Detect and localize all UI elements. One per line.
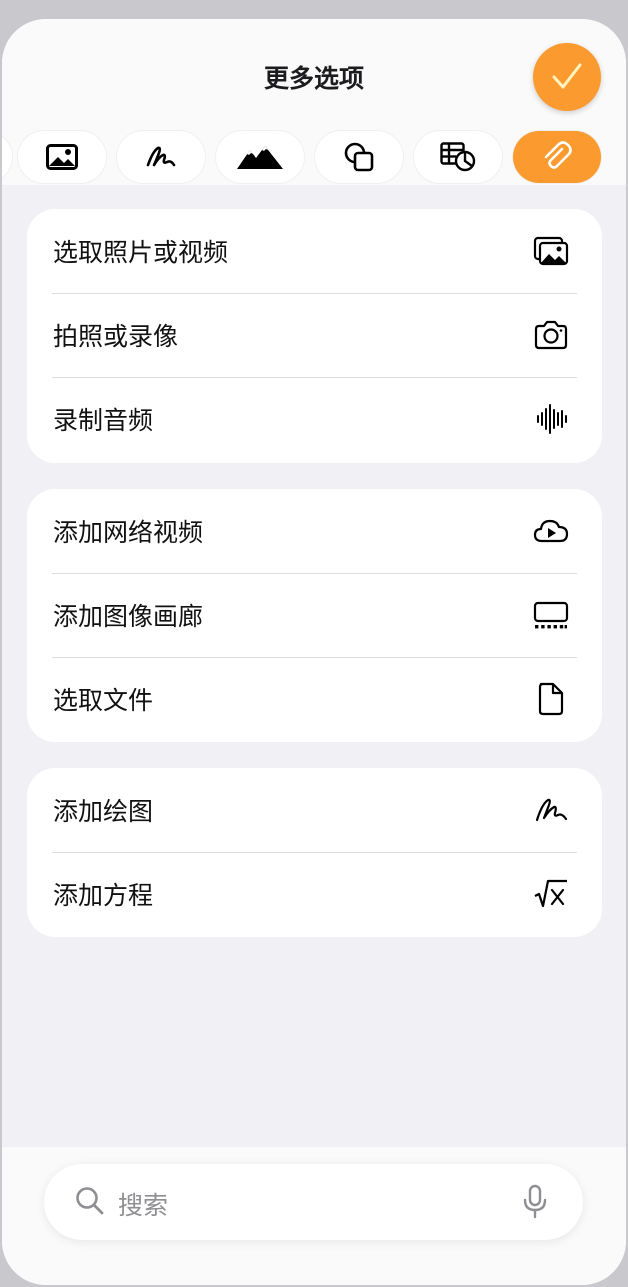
divider [52,657,577,658]
document-icon [538,682,564,716]
search-input[interactable]: 搜索 [118,1186,168,1222]
paperclip-icon [544,141,572,169]
cloud-play-icon [533,519,569,543]
options-group-media: 选取照片或视频 拍照或录像 录制音频 [27,209,602,463]
scribble-icon [535,798,568,822]
bottom-bar: 搜索 [2,1147,626,1285]
done-button[interactable] [533,43,601,111]
list-item-choose-file[interactable]: 选取文件 [27,657,602,741]
divider [52,293,577,294]
sheet-header: 更多选项 [2,19,626,185]
options-group-drawing: 添加绘图 添加方程 [27,768,602,937]
divider [52,377,577,378]
gallery-icon [533,601,569,629]
photo-stack-icon [533,236,569,266]
scribble-icon [146,146,176,167]
list-item-add-web-video[interactable]: 添加网络视频 [27,489,602,573]
insert-tab-bar [2,131,626,185]
list-item-choose-photo-video[interactable]: 选取照片或视频 [27,209,602,293]
tab-table-chart[interactable] [414,131,502,183]
shapes-icon [344,142,374,172]
camera-icon [534,320,568,350]
square-root-icon [534,879,567,908]
search-field[interactable]: 搜索 [44,1164,583,1240]
options-group-web: 添加网络视频 添加图像画廊 选取文件 [27,489,602,742]
tab-media[interactable] [216,131,304,183]
row-label: 选取文件 [53,686,154,715]
row-label: 添加图像画廊 [53,602,204,631]
row-label: 选取照片或视频 [53,238,229,267]
list-item-take-photo-video[interactable]: 拍照或录像 [27,293,602,377]
list-item-add-drawing[interactable]: 添加绘图 [27,768,602,852]
list-item-add-equation[interactable]: 添加方程 [27,852,602,936]
row-label: 添加网络视频 [53,518,204,547]
row-label: 添加绘图 [53,797,154,826]
list-item-add-image-gallery[interactable]: 添加图像画廊 [27,573,602,657]
tab-pen[interactable] [2,131,12,183]
divider [52,573,577,574]
waveform-icon [537,404,567,434]
divider [52,852,577,853]
row-label: 拍照或录像 [53,322,179,351]
row-label: 录制音频 [53,406,154,435]
search-icon [76,1187,104,1215]
table-chart-icon [440,142,476,172]
tab-photo[interactable] [18,131,106,183]
checkmark-icon [552,63,582,89]
tab-shapes[interactable] [315,131,403,183]
mountains-icon [237,146,283,169]
photo-icon [46,144,78,170]
row-label: 添加方程 [53,881,154,910]
tab-attachment[interactable] [513,131,601,183]
more-options-sheet: 更多选项 选取照片或视频 拍照或录像 录制音频 添加网络视频 添加图像画廊 选取… [2,19,626,1285]
microphone-icon[interactable] [520,1184,550,1220]
list-item-record-audio[interactable]: 录制音频 [27,377,602,461]
tab-drawing[interactable] [117,131,205,183]
